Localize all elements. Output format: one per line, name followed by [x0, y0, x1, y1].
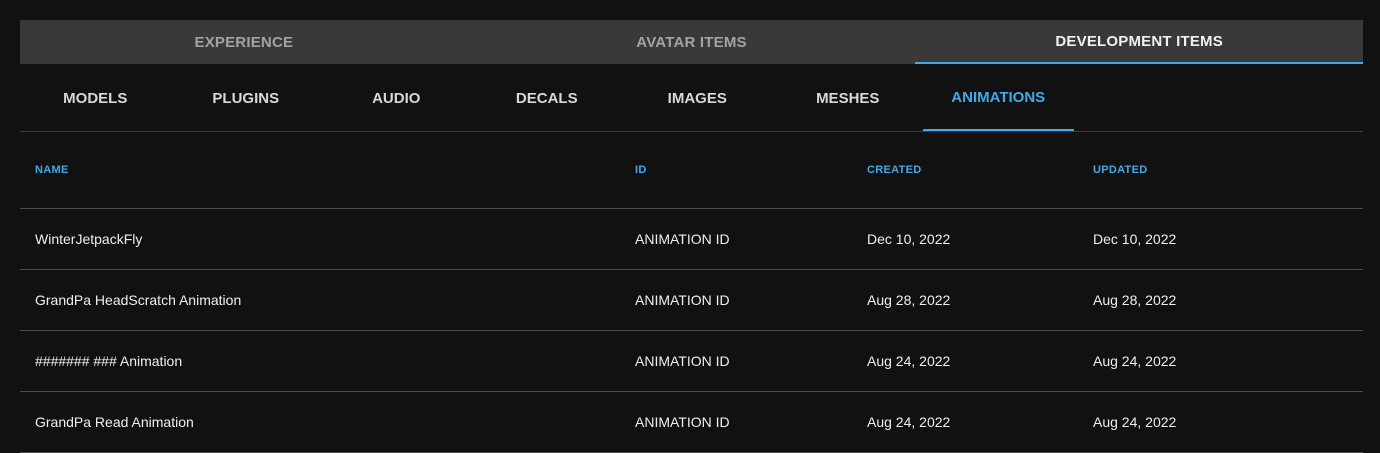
- asset-updated: Dec 10, 2022: [1078, 208, 1363, 270]
- tab-meshes[interactable]: MESHES: [773, 64, 924, 131]
- asset-name[interactable]: GrandPa Read Animation: [20, 391, 620, 453]
- asset-created: Aug 24, 2022: [852, 391, 1078, 453]
- asset-browser: EXPERIENCE AVATAR ITEMS DEVELOPMENT ITEM…: [20, 20, 1364, 453]
- asset-updated: Aug 24, 2022: [1078, 330, 1363, 392]
- tab-decals[interactable]: DECALS: [472, 64, 623, 131]
- tab-images[interactable]: IMAGES: [622, 64, 773, 131]
- asset-name[interactable]: GrandPa HeadScratch Animation: [20, 269, 620, 331]
- tab-plugins[interactable]: PLUGINS: [171, 64, 322, 131]
- tab-animations[interactable]: ANIMATIONS: [923, 64, 1074, 131]
- asset-id: ANIMATION ID: [620, 330, 852, 392]
- asset-id: ANIMATION ID: [620, 269, 852, 331]
- asset-created: Aug 28, 2022: [852, 269, 1078, 331]
- asset-updated: Aug 28, 2022: [1078, 269, 1363, 331]
- asset-name[interactable]: ####### ### Animation: [20, 330, 620, 392]
- tab-models[interactable]: MODELS: [20, 64, 171, 131]
- tab-development-items[interactable]: DEVELOPMENT ITEMS: [915, 20, 1364, 64]
- category-tab-bar: EXPERIENCE AVATAR ITEMS DEVELOPMENT ITEM…: [20, 20, 1364, 64]
- table-row[interactable]: WinterJetpackFly ANIMATION ID Dec 10, 20…: [20, 208, 1363, 270]
- column-header-id[interactable]: ID: [620, 132, 852, 209]
- table-row[interactable]: ####### ### Animation ANIMATION ID Aug 2…: [20, 330, 1363, 392]
- asset-name[interactable]: WinterJetpackFly: [20, 208, 620, 270]
- assets-table: NAME ID CREATED UPDATED WinterJetpackFly…: [20, 132, 1363, 453]
- column-header-name[interactable]: NAME: [20, 132, 620, 209]
- column-header-updated[interactable]: UPDATED: [1078, 132, 1363, 209]
- asset-type-tab-bar: MODELS PLUGINS AUDIO DECALS IMAGES MESHE…: [20, 64, 1363, 132]
- asset-created: Aug 24, 2022: [852, 330, 1078, 392]
- table-row[interactable]: GrandPa HeadScratch Animation ANIMATION …: [20, 269, 1363, 331]
- asset-updated: Aug 24, 2022: [1078, 391, 1363, 453]
- table-row[interactable]: GrandPa Read Animation ANIMATION ID Aug …: [20, 391, 1363, 453]
- asset-id: ANIMATION ID: [620, 391, 852, 453]
- tab-experience[interactable]: EXPERIENCE: [20, 20, 468, 64]
- tab-avatar-items[interactable]: AVATAR ITEMS: [468, 20, 916, 64]
- column-header-created[interactable]: CREATED: [852, 132, 1078, 209]
- asset-created: Dec 10, 2022: [852, 208, 1078, 270]
- asset-id: ANIMATION ID: [620, 208, 852, 270]
- table-header-row: NAME ID CREATED UPDATED: [20, 132, 1363, 209]
- tab-audio[interactable]: AUDIO: [321, 64, 472, 131]
